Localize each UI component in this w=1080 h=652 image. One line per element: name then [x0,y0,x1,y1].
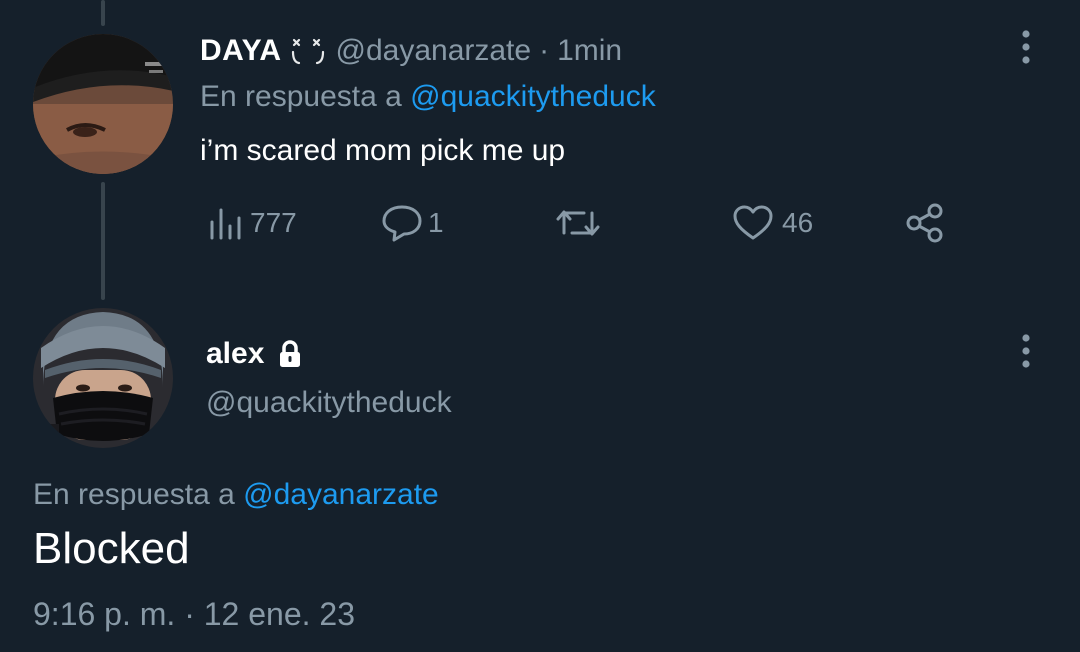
reply-button[interactable]: 1 [380,200,444,246]
like-count: 46 [782,207,814,238]
more-options-icon[interactable] [1014,330,1038,374]
reply-prefix: En respuesta a [200,80,402,113]
tweet-text: Blocked [33,524,190,573]
reply-mention-link[interactable]: @quackitytheduck [410,80,656,113]
avatar[interactable] [33,308,173,448]
reply-count: 1 [428,207,444,238]
views-count: 777 [250,207,297,238]
share-button[interactable] [904,200,946,246]
views-button[interactable]: 777 [208,200,297,246]
display-name[interactable]: DAYA [200,34,282,68]
time-ago[interactable]: 1min [557,34,622,68]
avatar[interactable] [33,34,173,174]
like-button[interactable]: 46 [732,200,813,246]
more-options-icon[interactable] [1014,26,1038,70]
face-emoji-icon [291,38,324,65]
reply-icon [382,205,422,242]
reply-prefix: En respuesta a [33,478,235,511]
views-icon [210,208,241,240]
reply-context: En respuesta a @quackitytheduck [200,80,656,114]
retweet-button[interactable] [554,200,610,246]
display-name-text: alex [206,337,265,370]
heart-icon [733,205,773,240]
handle[interactable]: @dayanarzate [336,34,532,68]
reply-context: En respuesta a @dayanarzate [33,478,439,512]
thread-line-connector [101,182,105,300]
display-name[interactable]: alex [206,334,302,374]
lock-icon [280,340,301,367]
tweet-timestamp[interactable]: 9:16 p. m. · 12 ene. 23 [33,596,355,633]
tweet-header: DAYA @dayanarzate · 1min [200,30,622,72]
thread-line-top [101,0,105,26]
share-icon [906,203,943,243]
tweet-text: i’m scared mom pick me up [200,134,566,167]
retweet-icon [556,210,600,236]
separator: · [539,34,550,67]
handle[interactable]: @quackitytheduck [206,386,452,420]
reply-mention-link[interactable]: @dayanarzate [243,478,439,511]
